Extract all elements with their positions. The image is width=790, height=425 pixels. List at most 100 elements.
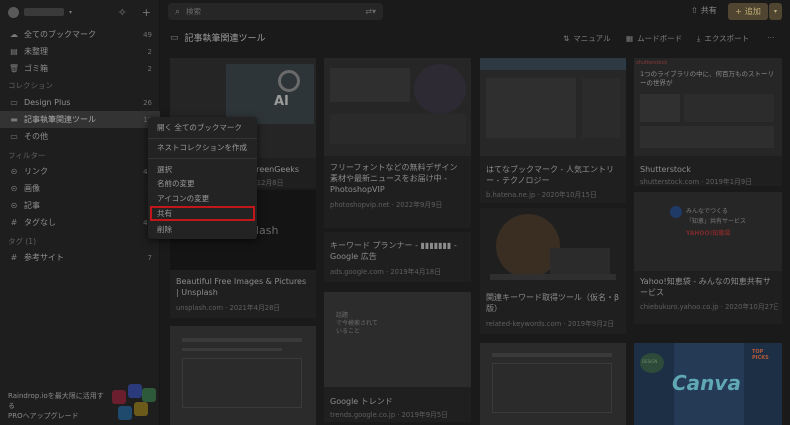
sidebar-item-design-plus[interactable]: ▭ Design Plus 26 [0, 94, 160, 111]
search-bar[interactable]: ⌕ 検索 ⇄▾ [168, 3, 383, 20]
card-thumbnail [170, 326, 316, 425]
sidebar-item-label: Design Plus [24, 98, 71, 107]
page-title: 記事執筆関連ツール [184, 34, 266, 44]
section-tags: タグ (1) [8, 237, 37, 246]
download-icon: ⤓ [697, 33, 701, 43]
thumbnail-text: 「知恵」共有サービス [686, 218, 747, 225]
card-meta: trends.google.co.jp · 2019年9月5日 [330, 411, 448, 419]
menu-item-rename[interactable]: 名前の変更 [150, 177, 255, 190]
plus-icon[interactable]: + [142, 7, 151, 18]
sidebar-item-other[interactable]: ▭ その他 [0, 128, 160, 145]
collection-header: ▭ 記事執筆関連ツール [170, 31, 266, 45]
menu-item-create-nested[interactable]: ネストコレクションを作成 [150, 141, 255, 154]
view-label: ムードボード [637, 34, 683, 43]
card-meta: photoshopvip.net · 2022年9月9日 [330, 201, 443, 209]
card-thumbnail [324, 58, 471, 156]
card-title: Yahoo!知恵袋 - みんなの知恵共有サービス [640, 277, 771, 297]
bookmark-card[interactable] [480, 343, 626, 425]
sidebar-item-filter-images[interactable]: ⊝ 画像 4 [0, 180, 160, 197]
view-mode-button[interactable]: ▦ ムードボード [626, 33, 682, 44]
sidebar-item-count: 2 [147, 47, 152, 56]
menu-item-share[interactable]: 共有 [150, 206, 255, 221]
card-thumbnail: みんなでつくる 「知恵」共有サービス YAHOO!知恵袋 [634, 192, 782, 271]
thumbnail-text: YAHOO!知恵袋 [686, 230, 731, 237]
card-title: フリーフォントなどの無料デザイン素材や最新ニュースをお届け中 - Photosh… [330, 163, 458, 194]
filter-icon[interactable]: ⇄▾ [365, 7, 376, 16]
card-title: はてなブックマーク - 人気エントリー - テクノロジー [486, 165, 614, 185]
menu-item-change-icon[interactable]: アイコンの変更 [150, 192, 255, 205]
card-meta: chiebukuro.yahoo.co.jp · 2020年10月27日 [640, 303, 778, 311]
app-tile-icon [134, 402, 148, 416]
thumbnail-text: shutterstock [636, 60, 668, 66]
sidebar-item-count: 7 [147, 253, 152, 262]
share-button[interactable]: ⇧ 共有 [691, 5, 717, 16]
share-label: 共有 [700, 6, 717, 15]
sidebar-item-count: 2 [147, 64, 152, 73]
folder-icon: ▭ [10, 132, 18, 141]
link-icon: ⊝ [10, 167, 18, 176]
context-menu: 開く 全てのブックマーク ネストコレクションを作成 選択 名前の変更 アイコンの… [148, 117, 257, 239]
card-meta: shutterstock.com · 2019年1月9日 [640, 178, 752, 186]
app-tile-icon [118, 406, 132, 420]
sidebar: ▾ ✧ + ☁ 全てのブックマーク 49 ▤ 未整理 2 🗑 ゴミ箱 2 コレク… [0, 0, 160, 425]
card-thumbnail [480, 343, 626, 425]
thumbnail-text: Canva [672, 371, 741, 395]
sidebar-item-trash[interactable]: 🗑 ゴミ箱 2 [0, 60, 160, 77]
sidebar-item-label: 記事執筆関連ツール [24, 115, 96, 124]
sidebar-item-all-bookmarks[interactable]: ☁ 全てのブックマーク 49 [0, 26, 160, 43]
sort-icon: ⇅ [563, 34, 570, 43]
search-input[interactable]: 検索 [186, 6, 365, 17]
thumbnail-text: 1つのライブラリの中に、何百万ものストーリーの世界が [640, 70, 774, 87]
sidebar-item-label: その他 [24, 132, 48, 141]
menu-item-select[interactable]: 選択 [150, 163, 255, 176]
sidebar-item-label: 記事 [24, 201, 40, 210]
upgrade-promo[interactable]: Raindrop.ioを最大限に活用す る PROへアップグレード [8, 391, 108, 421]
account-name[interactable] [24, 8, 64, 16]
cloud-icon: ☁ [10, 30, 18, 39]
article-icon: ⊝ [10, 201, 18, 210]
bookmark-card[interactable] [170, 326, 316, 425]
avatar[interactable] [8, 6, 19, 18]
sidebar-item-tag-reference[interactable]: # 参考サイト 7 [0, 249, 160, 266]
card-title: GreenGeeks [250, 165, 300, 174]
bookmark-card[interactable]: はてなブックマーク - 人気エントリー - テクノロジー b.hatena.ne… [480, 58, 626, 203]
thumbnail-text: lash [256, 224, 279, 237]
sidebar-item-unsorted[interactable]: ▤ 未整理 2 [0, 43, 160, 60]
sidebar-item-label: タグなし [24, 218, 56, 227]
image-icon: ⊝ [10, 184, 18, 193]
bookmark-card[interactable]: shutterstock 1つのライブラリの中に、何百万ものストーリーの世界が … [634, 58, 782, 186]
hash-icon: # [10, 218, 18, 227]
thumbnail-text: で今検索されて [336, 320, 378, 327]
card-thumbnail [480, 58, 626, 156]
thumbnail-text: みんなでつくる [686, 208, 728, 215]
menu-item-open-all[interactable]: 開く 全てのブックマーク [150, 121, 255, 134]
export-button[interactable]: ⤓ エクスポート [697, 33, 749, 44]
sidebar-item-label: 未整理 [24, 47, 48, 56]
sort-button[interactable]: ⇅ マニュアル [563, 33, 611, 44]
bookmark-card[interactable]: キーワード プランナー - ▮▮▮▮▮▮▮ - Google 広告 ads.go… [324, 232, 471, 282]
sidebar-item-filter-articles[interactable]: ⊝ 記事 4 [0, 197, 160, 214]
card-title: キーワード プランナー - ▮▮▮▮▮▮▮ - Google 広告 [330, 241, 457, 261]
bookmark-card[interactable]: みんなでつくる 「知恵」共有サービス YAHOO!知恵袋 Yahoo!知恵袋 -… [634, 192, 782, 324]
bookmark-card[interactable]: Canva TOP PICKS DESIGN [634, 343, 782, 425]
menu-item-delete[interactable]: 削除 [150, 223, 255, 236]
add-button[interactable]: + 追加 [728, 3, 768, 20]
more-button[interactable]: ⋯ [767, 33, 775, 42]
sidebar-item-filter-untagged[interactable]: # タグなし 49 [0, 214, 160, 231]
add-dropdown-button[interactable]: ▾ [769, 3, 782, 20]
card-meta: b.hatena.ne.jp · 2020年10月15日 [486, 191, 597, 199]
bookmark-card[interactable]: 関連キーワード取得ツール（仮名・β版） related-keywords.com… [480, 208, 626, 334]
sparkle-icon[interactable]: ✧ [118, 7, 127, 18]
sidebar-item-writing-tools[interactable]: ▬ 記事執筆関連ツール 16 [0, 111, 160, 128]
thumbnail-text: DESIGN [642, 359, 658, 364]
bookmark-card[interactable]: 話題 で今検索されて いること Google トレンド trends.googl… [324, 292, 471, 422]
card-thumbnail: 話題 で今検索されて いること [324, 292, 471, 387]
sidebar-item-label: 参考サイト [24, 253, 64, 262]
card-meta: ads.google.com · 2019年4月18日 [330, 268, 442, 276]
upgrade-line: Raindrop.ioを最大限に活用す [8, 392, 104, 400]
bookmark-card[interactable]: フリーフォントなどの無料デザイン素材や最新ニュースをお届け中 - Photosh… [324, 58, 471, 228]
card-meta: 年12月8日 [250, 179, 284, 187]
sidebar-item-filter-links[interactable]: ⊝ リンク 45 [0, 163, 160, 180]
account-bar: ▾ ✧ + [0, 0, 159, 24]
chevron-down-icon[interactable]: ▾ [69, 9, 72, 16]
